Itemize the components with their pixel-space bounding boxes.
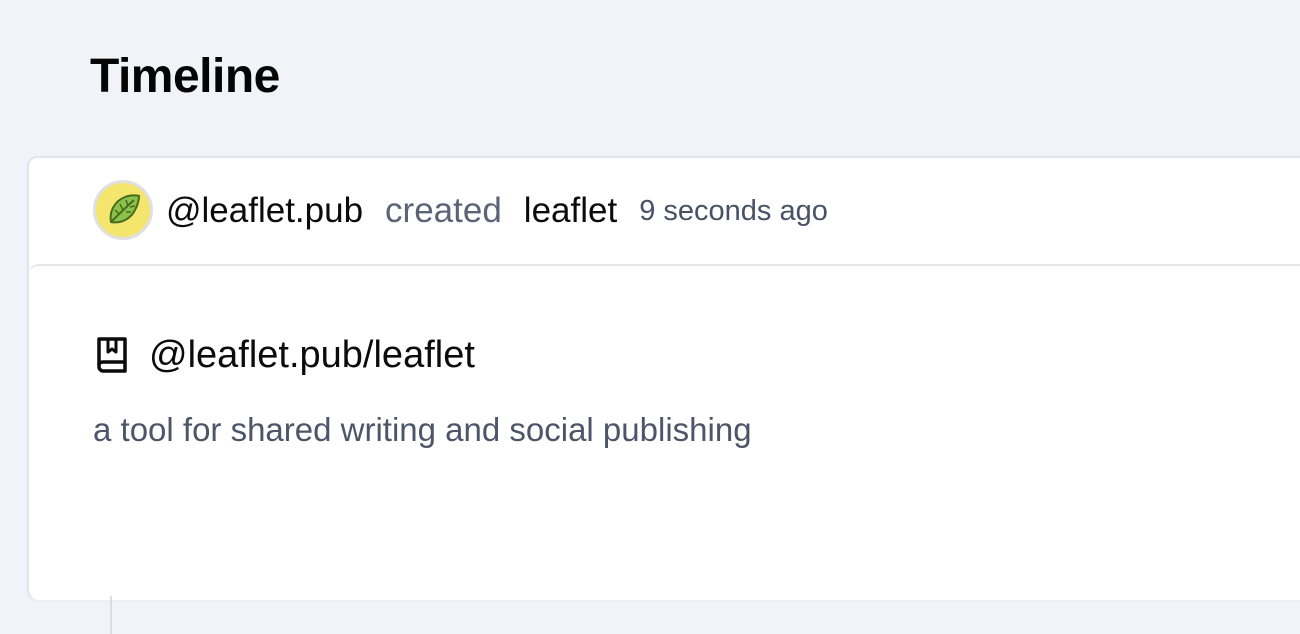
timeline-event-card[interactable]: @leaflet.pub created leaflet 9 seconds a… xyxy=(27,156,1300,600)
publication-name-link[interactable]: @leaflet.pub/leaflet xyxy=(149,334,475,377)
publication-panel[interactable]: @leaflet.pub/leaflet a tool for shared w… xyxy=(29,264,1300,600)
book-bookmark-icon xyxy=(93,336,131,374)
event-timestamp: 9 seconds ago xyxy=(639,194,828,227)
event-verb: created xyxy=(385,191,502,230)
publication-title-row[interactable]: @leaflet.pub/leaflet xyxy=(93,328,475,382)
page-title: Timeline xyxy=(90,50,280,103)
timeline-page: Timeline @leaflet.pub created leaflet 9 … xyxy=(0,0,1300,634)
event-object-link[interactable]: leaflet xyxy=(524,191,617,231)
publication-description: a tool for shared writing and social pub… xyxy=(93,411,752,448)
leaf-icon xyxy=(109,194,141,224)
event-header: @leaflet.pub created leaflet 9 seconds a… xyxy=(29,158,1300,266)
event-summary: @leaflet.pub created leaflet 9 seconds a… xyxy=(166,189,828,233)
timeline-connector-line xyxy=(110,596,112,634)
avatar[interactable] xyxy=(93,180,153,240)
actor-handle-link[interactable]: @leaflet.pub xyxy=(166,191,363,231)
